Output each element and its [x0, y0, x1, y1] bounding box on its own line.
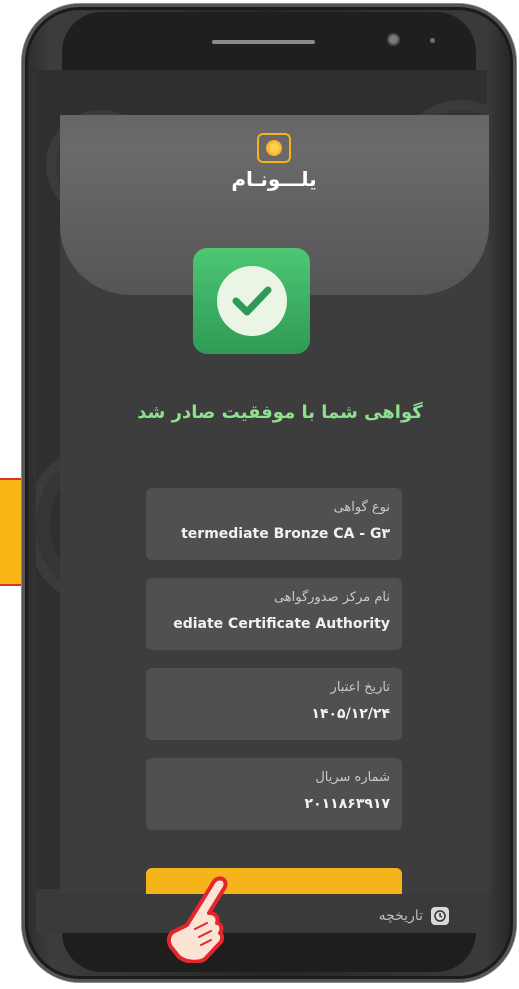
- field-value: termediate Bronze CA - G۳: [181, 526, 390, 542]
- success-badge: [193, 248, 310, 354]
- field-label: شماره سریال: [315, 770, 390, 785]
- phone-speaker: [212, 40, 315, 44]
- pointing-hand-icon: [165, 873, 235, 964]
- field-label: نام مرکز صدورگواهی: [273, 590, 390, 605]
- fingerprint-logo-icon: [257, 133, 291, 163]
- field-value: ediate Certificate Authority: [173, 616, 390, 632]
- success-message: گواهی شما با موفقیت صادر شد: [137, 402, 423, 423]
- nav-item-history[interactable]: تاریخچه: [379, 907, 449, 925]
- bottom-navigation: تاریخچه: [36, 889, 487, 933]
- phone-camera: [389, 35, 398, 44]
- field-value: ۲۰۱۱۸۶۳۹۱۷: [304, 796, 390, 812]
- nav-item-history-label: تاریخچه: [378, 908, 423, 924]
- field-value: ۱۴۰۵/۱۲/۲۴: [311, 706, 390, 722]
- app-logo: یلـــونـام: [231, 133, 315, 193]
- phone-sensor: [430, 38, 435, 43]
- field-certificate-type: نوع گواهی termediate Bronze CA - G۳: [146, 488, 402, 560]
- clock-icon: [431, 907, 449, 925]
- screenshot-stage: تاریخچه یلـــونـام گواهی شما با موفقیت ص…: [0, 0, 519, 989]
- field-expiry-date: تاریخ اعتبار ۱۴۰۵/۱۲/۲۴: [146, 668, 402, 740]
- logo-text: یلـــونـام: [231, 167, 317, 191]
- certificate-result-sheet: یلـــونـام گواهی شما با موفقیت صادر شد ن…: [60, 115, 489, 894]
- field-label: نوع گواهی: [333, 500, 390, 515]
- field-issuer-name: نام مرکز صدورگواهی ediate Certificate Au…: [146, 578, 402, 650]
- field-label: تاریخ اعتبار: [330, 680, 390, 695]
- field-serial-number: شماره سریال ۲۰۱۱۸۶۳۹۱۷: [146, 758, 402, 830]
- check-icon: [216, 266, 287, 336]
